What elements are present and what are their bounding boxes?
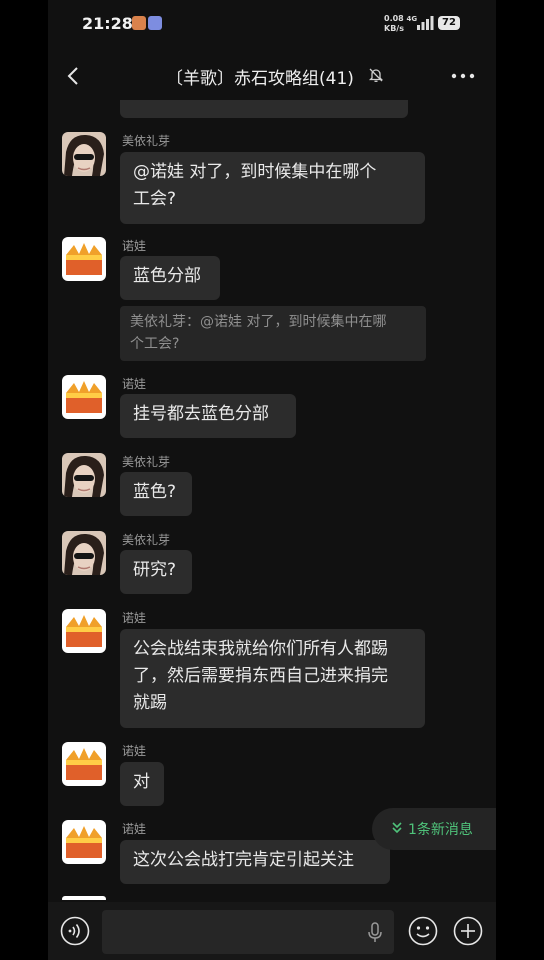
message-input[interactable] [102,910,394,954]
bell-off-icon [368,68,384,82]
message-list[interactable]: 美依礼芽 @诺娃 对了，到时候集中在哪个 工会? 诺娃 蓝色分部 美依礼芽：@诺… [48,100,496,900]
message-bubble[interactable]: 挂号都去蓝色分部 [120,394,296,438]
app-notification-icon [148,16,162,30]
message-bubble[interactable]: @诺娃 对了，到时候集中在哪个 工会? [120,152,425,224]
signal-icon [417,16,434,30]
person-avatar[interactable] [62,132,106,176]
crown-avatar[interactable] [62,609,106,653]
phone-screen: 21:28 0.08 4G KB/s 72 〔羊歌〕赤石攻略组(41) 美依礼芽… [48,0,496,960]
voice-icon[interactable] [60,916,90,946]
new-messages-label: 1条新消息 [408,822,473,838]
double-chevron-down-icon [392,822,402,834]
mic-icon[interactable] [366,922,384,944]
app-notification-icon [132,16,146,30]
crown-avatar[interactable] [62,742,106,786]
chat-title: 〔羊歌〕赤石攻略组(41) [166,69,354,89]
battery-indicator: 72 [438,16,460,30]
input-bar [48,902,496,960]
plus-icon[interactable] [453,916,483,946]
sender-name: 美依礼芽 [122,134,171,148]
status-bar: 21:28 0.08 4G KB/s 72 [48,0,496,48]
sender-name: 诺娃 [122,611,147,625]
crown-avatar[interactable] [62,375,106,419]
message-bubble[interactable]: 研究? [120,550,192,594]
person-avatar[interactable] [62,453,106,497]
crown-avatar[interactable] [62,237,106,281]
left-black-bar [0,0,48,960]
sender-name: 诺娃 [122,822,147,836]
emoji-icon[interactable] [408,916,438,946]
network-speed: 0.08 4G KB/s [384,14,418,33]
sender-name: 美依礼芽 [122,455,171,469]
message-bubble[interactable]: 蓝色? [120,472,192,516]
message-bubble[interactable]: 蓝色分部 [120,256,220,300]
sender-name: 诺娃 [122,239,147,253]
status-time: 21:28 [82,14,133,33]
message-bubble-cropped [120,100,408,118]
crown-avatar [62,896,106,900]
sender-name: 美依礼芽 [122,533,171,547]
right-black-bar [496,0,544,960]
person-avatar[interactable] [62,531,106,575]
message-bubble[interactable]: 对 [120,762,164,806]
crown-avatar[interactable] [62,820,106,864]
chevron-left-icon[interactable] [62,64,86,88]
quoted-message[interactable]: 美依礼芽：@诺娃 对了，到时候集中在哪 个工会? [120,306,426,361]
message-bubble[interactable]: 这次公会战打完肯定引起关注 [120,840,390,884]
more-dots-icon[interactable] [450,66,476,86]
sender-name: 诺娃 [122,744,147,758]
chat-header: 〔羊歌〕赤石攻略组(41) [48,50,496,102]
message-bubble[interactable]: 公会战结束我就给你们所有人都踢 了，然后需要捐东西自己进来捐完 就踢 [120,629,425,728]
new-messages-button[interactable]: 1条新消息 [372,808,496,850]
sender-name: 诺娃 [122,377,147,391]
